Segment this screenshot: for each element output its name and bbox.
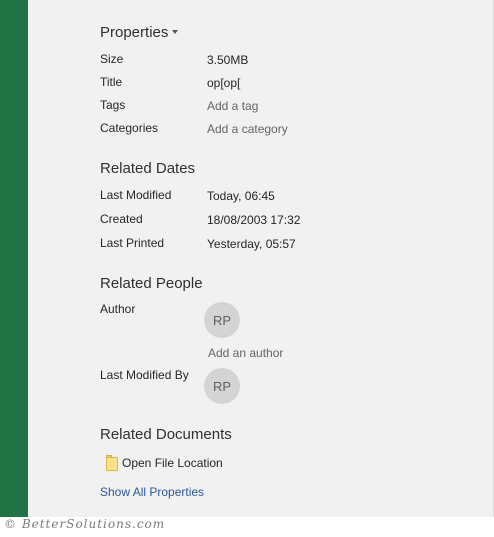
last-modified-value: Today, 06:45 xyxy=(207,189,275,203)
properties-heading[interactable]: Properties xyxy=(100,24,179,41)
watermark: © BetterSolutions.com xyxy=(4,517,166,531)
categories-label: Categories xyxy=(100,121,159,135)
last-modified-by-avatar[interactable]: RP xyxy=(204,368,240,404)
last-printed-value: Yesterday, 05:57 xyxy=(207,237,296,251)
author-avatar[interactable]: RP xyxy=(204,302,240,338)
last-modified-by-label: Last Modified By xyxy=(100,368,189,382)
created-label: Created xyxy=(100,212,143,226)
add-author-field[interactable]: Add an author xyxy=(208,346,283,360)
created-value: 18/08/2003 17:32 xyxy=(207,213,301,227)
open-file-location-button[interactable]: Open File Location xyxy=(106,454,223,472)
properties-heading-label: Properties xyxy=(100,24,169,41)
related-people-heading: Related People xyxy=(100,275,203,292)
title-field[interactable]: op[op[ xyxy=(207,76,240,90)
backstage-info-panel: Properties Size 3.50MB Title op[op[ Tags… xyxy=(0,0,494,517)
show-all-properties-link[interactable]: Show All Properties xyxy=(100,485,204,499)
tags-label: Tags xyxy=(100,98,126,112)
related-documents-heading: Related Documents xyxy=(100,426,232,443)
related-dates-heading: Related Dates xyxy=(100,160,196,177)
chevron-down-icon[interactable] xyxy=(172,30,179,34)
open-file-location-label: Open File Location xyxy=(122,456,223,470)
size-value: 3.50MB xyxy=(207,53,249,67)
author-label: Author xyxy=(100,302,136,316)
folder-icon xyxy=(106,455,118,471)
size-label: Size xyxy=(100,52,124,66)
last-printed-label: Last Printed xyxy=(100,236,165,250)
backstage-nav-bar xyxy=(0,0,28,517)
title-label: Title xyxy=(100,75,123,89)
last-modified-label: Last Modified xyxy=(100,188,172,202)
categories-field[interactable]: Add a category xyxy=(207,122,288,136)
tags-field[interactable]: Add a tag xyxy=(207,99,258,113)
